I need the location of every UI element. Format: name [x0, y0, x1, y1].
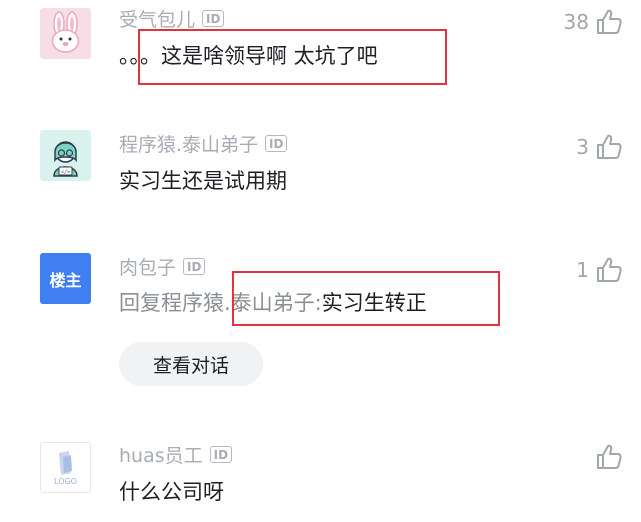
like-button[interactable]: 38	[564, 8, 623, 36]
username-text: huas员工	[119, 445, 203, 467]
username-text: 肉包子	[119, 257, 177, 279]
view-conversation-button[interactable]: 查看对话	[119, 342, 263, 386]
bunny-avatar-icon	[40, 8, 91, 59]
comment-text-content: 什么公司呀	[119, 480, 224, 504]
comment-text-content: 。。。这是啥领导啊 太坑了吧	[119, 44, 378, 68]
like-count: 3	[576, 135, 589, 159]
thumbs-up-icon	[597, 444, 622, 469]
thumbs-up-icon	[597, 257, 622, 282]
username[interactable]: 肉包子 ID	[119, 256, 206, 280]
id-badge: ID	[265, 135, 288, 152]
svg-text:</>: </>	[61, 170, 70, 176]
comment-text: 。。。这是啥领导啊 太坑了吧	[119, 42, 378, 70]
username-text: 受气包儿	[119, 9, 196, 31]
comment-text: 什么公司呀	[119, 478, 224, 506]
comment-text-content: 实习生转正	[321, 291, 427, 315]
id-badge: ID	[183, 258, 206, 275]
id-badge: ID	[202, 10, 225, 27]
logo-avatar-text: LOGO	[54, 477, 77, 486]
like-button[interactable]	[589, 443, 623, 471]
avatar[interactable]	[40, 8, 91, 59]
coder-avatar-icon: </>	[40, 130, 91, 181]
id-badge: ID	[209, 446, 233, 463]
comment-text: 回复程序猿.泰山弟子:实习生转正	[119, 289, 427, 317]
like-button[interactable]: 1	[576, 256, 623, 284]
thumbs-up-icon	[597, 9, 622, 34]
username[interactable]: 受气包儿 ID	[119, 8, 225, 32]
avatar-op-badge[interactable]: 楼主	[40, 253, 91, 304]
reply-prefix[interactable]: 回复程序猿.泰山弟子:	[119, 291, 322, 315]
username[interactable]: huas员工 ID	[119, 444, 233, 468]
comment-text-content: 实习生还是试用期	[119, 169, 287, 193]
op-badge-label: 楼主	[49, 270, 82, 290]
username-text: 程序猿.泰山弟子	[119, 134, 259, 156]
avatar[interactable]: LOGO	[40, 442, 91, 493]
avatar[interactable]: </>	[40, 130, 91, 181]
thumbs-up-icon	[597, 134, 622, 159]
like-count: 1	[576, 258, 589, 282]
comment-text: 实习生还是试用期	[119, 167, 287, 195]
like-count: 38	[563, 10, 589, 34]
username[interactable]: 程序猿.泰山弟子 ID	[119, 133, 288, 157]
like-button[interactable]: 3	[576, 133, 623, 161]
